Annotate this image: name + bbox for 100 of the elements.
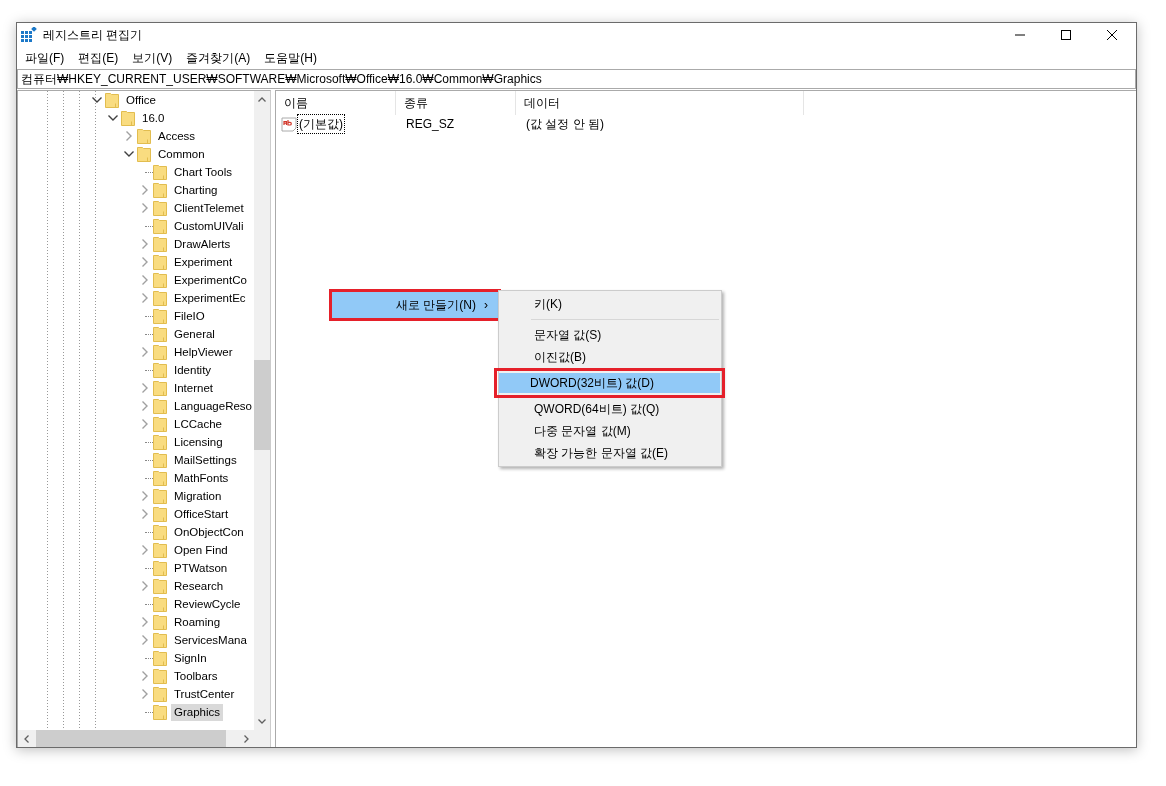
scroll-thumb[interactable]: [36, 730, 226, 747]
tree-item[interactable]: TrustCenter: [171, 685, 238, 703]
tree-item[interactable]: LCCache: [171, 415, 225, 433]
folder-icon: [153, 416, 168, 432]
folder-icon: [153, 614, 168, 630]
close-icon: [1107, 29, 1117, 40]
folder-icon: [137, 146, 152, 162]
tree-item[interactable]: ServicesMana: [171, 631, 250, 649]
tree-item[interactable]: Migration: [171, 487, 225, 505]
folder-icon: [153, 704, 168, 720]
folder-icon: [137, 128, 152, 144]
folder-icon: [153, 488, 168, 504]
tree-item[interactable]: CustomUIVali: [171, 217, 247, 235]
menu-item[interactable]: QWORD(64비트) 값(Q): [501, 398, 719, 420]
tree-item[interactable]: ExperimentCo: [171, 271, 250, 289]
tree-item[interactable]: Internet: [171, 379, 216, 397]
tree-item[interactable]: Experiment: [171, 253, 236, 271]
folder-icon: [153, 236, 168, 252]
tree-item[interactable]: OfficeStart: [171, 505, 232, 523]
scroll-thumb[interactable]: [254, 360, 270, 450]
tree-item[interactable]: MathFonts: [171, 469, 232, 487]
chevron-left-icon: [23, 734, 29, 743]
folder-icon: [153, 182, 168, 198]
tree-item[interactable]: MailSettings: [171, 451, 240, 469]
menu-item[interactable]: 키(K): [501, 293, 719, 315]
tree-item[interactable]: Licensing: [171, 433, 226, 451]
folder-icon: [153, 380, 168, 396]
menu-item[interactable]: 확장 가능한 문자열 값(E): [501, 442, 719, 464]
column-header[interactable]: 데이터: [516, 91, 804, 115]
menu-item[interactable]: 도움말(H): [259, 48, 322, 67]
folder-icon: [153, 578, 168, 594]
tree-item[interactable]: DrawAlerts: [171, 235, 234, 253]
folder-icon: [121, 110, 136, 126]
folder-icon: [153, 398, 168, 414]
folder-icon: [153, 272, 168, 288]
folder-icon: [153, 254, 168, 270]
tree-item[interactable]: Chart Tools: [171, 163, 235, 181]
tree-item[interactable]: Open Find: [171, 541, 231, 559]
chevron-down-icon: [258, 719, 266, 724]
string-value-icon: [281, 116, 297, 132]
menu-item[interactable]: 문자열 값(S): [501, 324, 719, 346]
folder-icon: [153, 632, 168, 648]
tree-item[interactable]: FileIO: [171, 307, 208, 325]
menu-item[interactable]: 즐겨찾기(A): [181, 48, 256, 67]
tree-item[interactable]: Access: [155, 127, 199, 145]
tree-item[interactable]: PTWatson: [171, 559, 231, 577]
chevron-right-icon: [243, 734, 249, 743]
folder-icon: [153, 308, 168, 324]
maximize-icon: [1061, 29, 1071, 40]
address-field[interactable]: 컴퓨터₩HKEY_CURRENT_USER₩SOFTWARE₩Microsoft₩Office₩16.0₩Common₩Graphics: [17, 69, 1136, 89]
registry-editor-icon: [21, 26, 37, 43]
folder-icon: [153, 452, 168, 468]
menu-item[interactable]: DWORD(32비트) 값(D): [499, 373, 720, 393]
tree-item[interactable]: Identity: [171, 361, 215, 379]
tree-item[interactable]: ReviewCycle: [171, 595, 244, 613]
folder-icon: [153, 344, 168, 360]
folder-icon: [153, 362, 168, 378]
folder-icon: [153, 200, 168, 216]
folder-icon: [153, 470, 168, 486]
folder-icon: [153, 668, 168, 684]
tree-item[interactable]: ClientTelemet: [171, 199, 247, 217]
folder-icon: [153, 506, 168, 522]
tree-item[interactable]: Research: [171, 577, 227, 595]
menu-item[interactable]: 이진값(B): [501, 346, 719, 368]
folder-icon: [153, 290, 168, 306]
folder-icon: [153, 434, 168, 450]
tree-item[interactable]: Toolbars: [171, 667, 221, 685]
folder-icon: [153, 524, 168, 540]
window-title: 레지스트리 편집기: [43, 26, 143, 44]
folder-icon: [153, 560, 168, 576]
folder-icon: [105, 92, 120, 108]
menu-item[interactable]: 다중 문자열 값(M): [501, 420, 719, 442]
column-header[interactable]: 종류: [396, 91, 516, 115]
chevron-up-icon: [258, 97, 266, 102]
tree-item[interactable]: Charting: [171, 181, 221, 199]
menu-item[interactable]: 보기(V): [127, 48, 178, 67]
value-data: (값 설정 안 됨): [525, 116, 605, 133]
tree-item[interactable]: Common: [155, 145, 208, 163]
tree-item[interactable]: OnObjectCon: [171, 523, 247, 541]
tree-item[interactable]: Roaming: [171, 613, 224, 631]
tree-item[interactable]: Graphics: [171, 703, 224, 721]
folder-icon: [153, 542, 168, 558]
submenu-arrow: ›: [484, 297, 488, 314]
folder-icon: [153, 218, 168, 234]
folder-icon: [153, 326, 168, 342]
tree-item[interactable]: Office: [123, 91, 159, 109]
menu-item[interactable]: 편집(E): [73, 48, 124, 67]
tree-item[interactable]: General: [171, 325, 218, 343]
tree-item[interactable]: ExperimentEc: [171, 289, 249, 307]
tree-item[interactable]: LanguageReso: [171, 397, 254, 415]
folder-icon: [153, 164, 168, 180]
menu-item-label: 새로 만들기(N): [396, 297, 476, 314]
tree-item[interactable]: HelpViewer: [171, 343, 236, 361]
column-header[interactable]: 이름: [276, 91, 396, 115]
value-type: REG_SZ: [405, 116, 455, 133]
tree-item[interactable]: 16.0: [139, 109, 168, 127]
value-name[interactable]: (기본값): [298, 115, 344, 133]
folder-icon: [153, 596, 168, 612]
menu-item[interactable]: 파일(F): [20, 48, 70, 67]
tree-item[interactable]: SignIn: [171, 649, 210, 667]
